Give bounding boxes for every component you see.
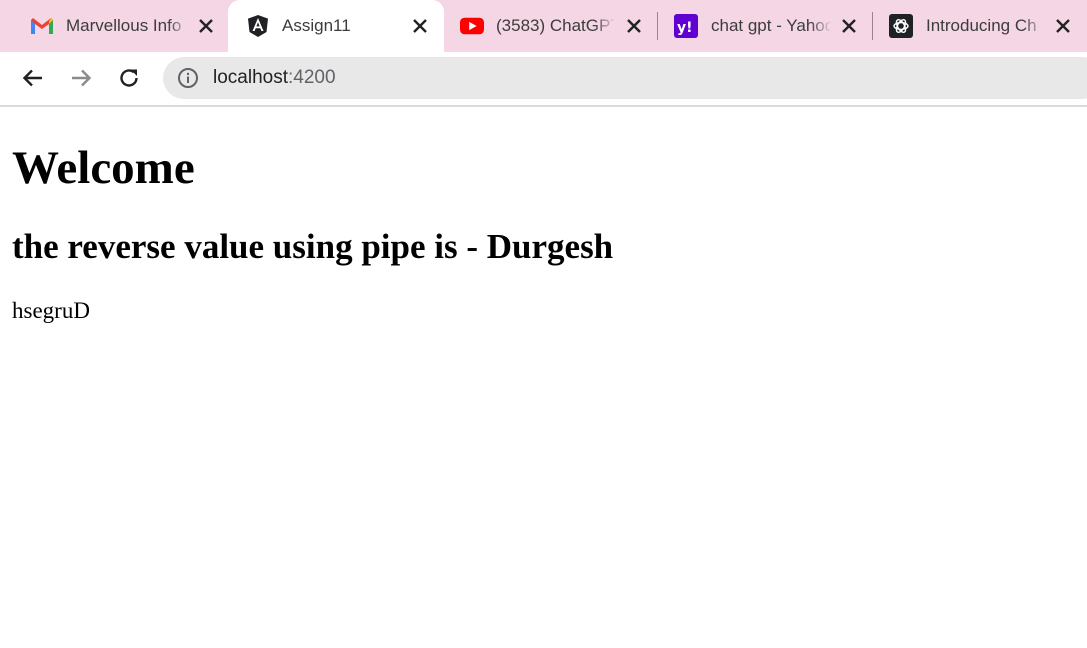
close-icon[interactable]	[622, 14, 646, 38]
gmail-icon	[30, 14, 54, 38]
tab-title-fade	[810, 12, 832, 40]
close-icon[interactable]	[1051, 14, 1075, 38]
tab-youtube-chatgpt[interactable]: (3583) ChatGPT	[444, 0, 658, 52]
arrow-right-icon	[72, 69, 92, 87]
info-icon[interactable]	[177, 67, 199, 89]
tab-marvellous-info[interactable]: Marvellous Info	[0, 0, 228, 52]
page-subheading: the reverse value using pipe is - Durges…	[12, 227, 614, 266]
reload-icon	[120, 69, 138, 87]
close-icon[interactable]	[194, 14, 218, 38]
url-port: :4200	[288, 67, 336, 88]
yahoo-icon: y!	[674, 14, 698, 38]
close-icon[interactable]	[837, 14, 861, 38]
reversed-output: hsegruD	[12, 298, 90, 323]
url-host: localhost	[213, 67, 288, 88]
tab-title: Assign11	[282, 16, 351, 35]
svg-text:y!: y!	[677, 20, 693, 36]
browser-toolbar: localhost:4200	[0, 52, 1087, 107]
tab-assign11[interactable]: Assign11	[228, 0, 444, 52]
close-icon[interactable]	[408, 14, 432, 38]
angular-icon	[246, 14, 270, 38]
tab-yahoo-search[interactable]: y! chat gpt - Yahoo	[658, 0, 872, 52]
page-content: Welcome the reverse value using pipe is …	[0, 107, 1087, 648]
forward-button[interactable]	[65, 62, 97, 94]
tab-strip: Marvellous Info Assign11 (3583) ChatGPT …	[0, 0, 1087, 52]
tab-title-fade	[168, 12, 190, 40]
tab-title-fade	[1023, 12, 1045, 40]
youtube-icon	[460, 14, 484, 38]
reload-button[interactable]	[113, 62, 145, 94]
tab-title-fade	[594, 12, 616, 40]
arrow-left-icon	[22, 69, 42, 87]
page-heading: Welcome	[12, 142, 195, 194]
address-bar[interactable]: localhost:4200	[163, 57, 1087, 99]
tab-introducing-chatgpt[interactable]: Introducing Ch	[873, 0, 1087, 52]
openai-icon	[889, 14, 913, 38]
browser-window: Marvellous Info Assign11 (3583) ChatGPT …	[0, 0, 1087, 648]
back-button[interactable]	[17, 62, 49, 94]
url-text[interactable]: localhost:4200	[213, 57, 336, 99]
